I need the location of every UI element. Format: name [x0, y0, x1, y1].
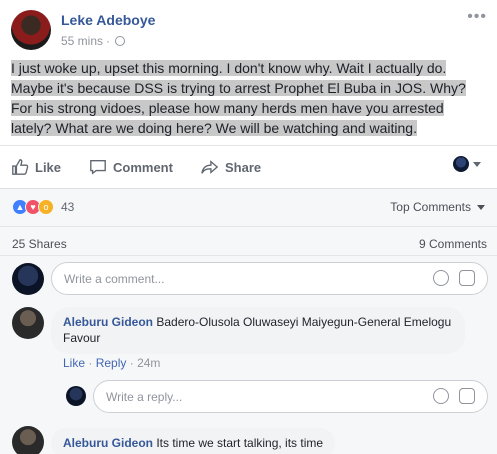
top-comments-dropdown[interactable]: Top Comments	[390, 200, 485, 214]
reaction-count: 43	[61, 200, 75, 214]
emoji-icon[interactable]	[433, 270, 449, 286]
viewer-avatar	[12, 263, 44, 295]
post-author-name[interactable]: Leke Adeboye	[61, 12, 155, 28]
composer-icons	[433, 270, 475, 286]
comment-like-link[interactable]: Like	[63, 356, 85, 370]
post-text: I just woke up, upset this morning. I do…	[11, 58, 487, 138]
emoji-icon[interactable]	[433, 388, 449, 404]
like-label: Like	[35, 159, 62, 175]
post-header: Leke Adeboye 55 mins · •••	[0, 0, 497, 58]
globe-icon[interactable]	[115, 36, 126, 46]
viewer-avatar	[453, 156, 469, 172]
reactions-summary[interactable]: ▲ ♥ o 43	[12, 199, 74, 215]
sticker-icon[interactable]	[459, 270, 475, 286]
like-button[interactable]: Like	[11, 158, 61, 176]
reply-input-placeholder: Write a reply...	[106, 390, 183, 404]
caret-down-icon	[473, 161, 481, 167]
post-as-selector[interactable]	[453, 156, 481, 172]
comment-actions: Like · Reply · 24m	[63, 356, 161, 370]
commenter-avatar[interactable]	[12, 426, 44, 454]
viewer-avatar	[66, 386, 86, 406]
post-meta: 55 mins ·	[61, 34, 126, 48]
share-arrow-icon	[201, 160, 219, 174]
comment-button[interactable]: Comment	[89, 158, 173, 176]
meta-separator: ·	[106, 34, 111, 48]
reply-input[interactable]: Write a reply...	[93, 380, 488, 413]
more-options-icon[interactable]: •••	[467, 8, 487, 26]
comment-bubble: Aleburu Gideon Badero-Olusola Oluwaseyi …	[51, 307, 465, 354]
wow-reaction-icon: o	[38, 199, 54, 215]
comments-count[interactable]: 9 Comments	[419, 237, 487, 251]
thumbs-up-icon	[12, 159, 29, 175]
top-comments-label: Top Comments	[390, 200, 471, 214]
sticker-icon[interactable]	[459, 388, 475, 404]
divider	[0, 226, 497, 227]
post-time[interactable]: 55 mins	[61, 34, 103, 48]
post-text-content: I just woke up, upset this morning. I do…	[11, 60, 466, 136]
shares-count[interactable]: 25 Shares	[12, 237, 67, 251]
comment-text: Its time we start talking, its time	[156, 436, 324, 450]
comment-label: Comment	[113, 159, 173, 175]
comment-author[interactable]: Aleburu Gideon	[63, 436, 153, 450]
comment-bubble: Aleburu Gideon Its time we start talking…	[51, 428, 336, 454]
comment-author[interactable]: Aleburu Gideon	[63, 315, 153, 329]
composer-icons	[433, 388, 475, 404]
comment-bubble-icon	[90, 160, 106, 175]
chevron-down-icon	[477, 204, 485, 210]
post-actions-bar: Like Comment Share	[0, 145, 497, 187]
commenter-avatar[interactable]	[12, 307, 44, 339]
comment-input[interactable]: Write a comment...	[51, 262, 488, 295]
comment-reply-link[interactable]: Reply	[96, 356, 127, 370]
comment-time[interactable]: 24m	[137, 356, 160, 370]
comment-input-placeholder: Write a comment...	[64, 272, 165, 286]
author-avatar[interactable]	[11, 10, 51, 50]
divider	[0, 255, 497, 256]
share-button[interactable]: Share	[201, 158, 261, 176]
share-label: Share	[225, 159, 262, 175]
